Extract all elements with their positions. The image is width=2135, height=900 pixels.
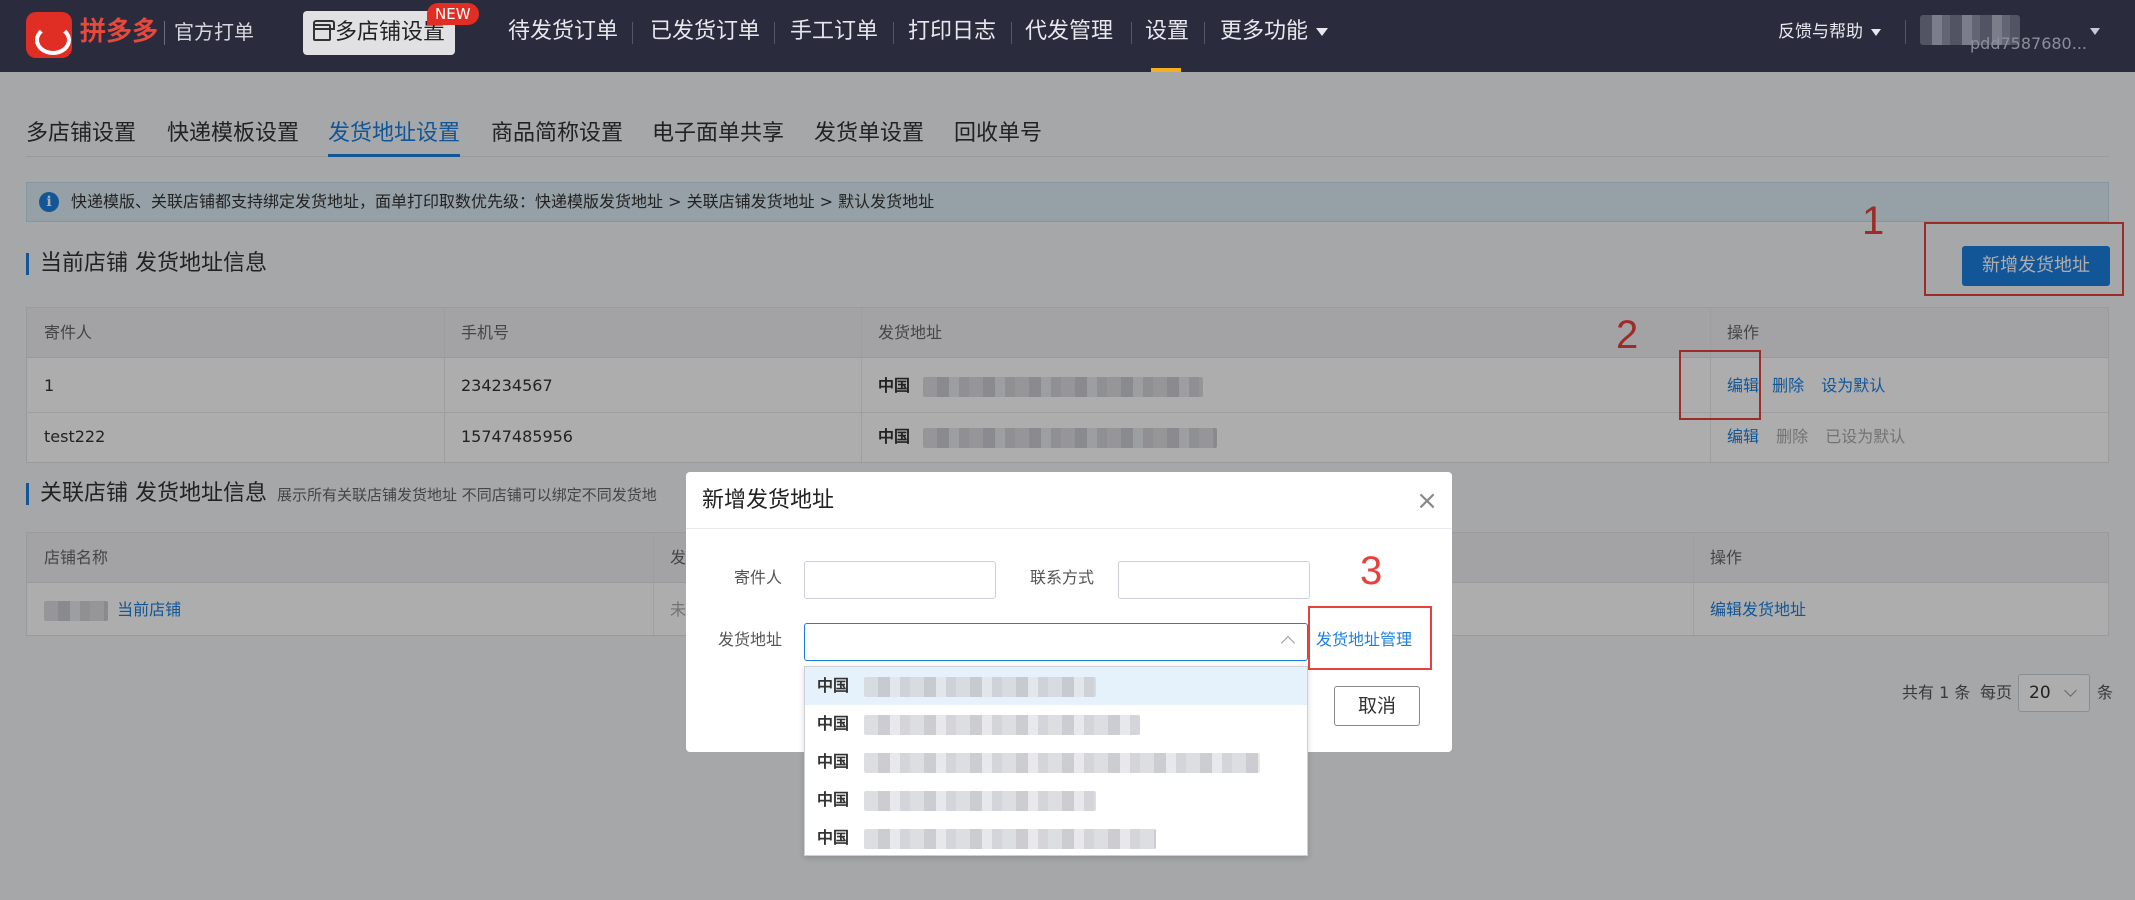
dialog-divider (686, 528, 1452, 529)
nav-separator (1011, 22, 1012, 44)
nav-settings[interactable]: 设置 (1145, 17, 1189, 47)
address-label: 发货地址 (718, 630, 783, 649)
redacted-address (864, 790, 1097, 811)
address-options-list: 中国 中国 中国 中国 中国 (804, 666, 1308, 856)
redacted-address (864, 714, 1141, 735)
caret-down-icon (1316, 28, 1329, 36)
address-option[interactable]: 中国 (805, 705, 1307, 743)
close-icon[interactable]: × (1414, 488, 1440, 514)
option-country: 中国 (817, 676, 850, 695)
address-option[interactable]: 中国 (805, 667, 1307, 705)
annotation-number-3: 3 (1360, 549, 1383, 593)
feedback-label: 反馈与帮助 (1778, 22, 1863, 42)
nav-more-features[interactable]: 更多功能 (1220, 17, 1329, 47)
nav-separator (774, 22, 775, 44)
nav-separator (1204, 22, 1205, 44)
pinduoduo-logo-icon (26, 12, 72, 58)
nav-more-label: 更多功能 (1220, 19, 1309, 44)
address-option[interactable]: 中国 (805, 781, 1307, 819)
option-country: 中国 (817, 714, 850, 733)
option-country: 中国 (817, 752, 850, 771)
brand-subtitle: 官方打单 (174, 20, 254, 44)
option-country: 中国 (817, 790, 850, 809)
nav-print-log[interactable]: 打印日志 (908, 17, 996, 47)
top-bar: 拼多多 官方打单 多店铺设置 NEW 待发货订单 已发货订单 手工订单 打印日志… (0, 0, 2135, 72)
dialog-title: 新增发货地址 (702, 488, 835, 513)
redacted-address (864, 828, 1157, 849)
new-badge: NEW (427, 3, 479, 25)
address-option[interactable]: 中国 (805, 819, 1307, 857)
annotation-box-3 (1308, 606, 1432, 670)
nav-pending-orders[interactable]: 待发货订单 (508, 17, 618, 47)
logo-divider (164, 21, 165, 45)
nav-shipped-orders[interactable]: 已发货订单 (650, 17, 760, 47)
redacted-address (864, 752, 1261, 773)
option-country: 中国 (817, 828, 850, 847)
nav-manual-orders[interactable]: 手工订单 (790, 17, 878, 47)
sender-input[interactable] (804, 561, 996, 599)
caret-down-icon (1871, 28, 1881, 36)
caret-down-icon[interactable] (2090, 28, 2100, 35)
sender-label: 寄件人 (734, 568, 783, 587)
nav-separator (893, 22, 894, 44)
redacted-address (864, 676, 1097, 697)
brand-name: 拼多多 (80, 17, 159, 47)
contact-input[interactable] (1118, 561, 1310, 599)
address-select[interactable] (804, 623, 1308, 661)
store-icon (313, 20, 335, 41)
feedback-help-menu[interactable]: 反馈与帮助 (1778, 19, 1881, 45)
contact-label: 联系方式 (1030, 568, 1095, 587)
nav-separator (632, 22, 633, 44)
nav-dropship[interactable]: 代发管理 (1025, 17, 1113, 47)
nav-separator (1131, 22, 1132, 44)
address-option[interactable]: 中国 (805, 743, 1307, 781)
user-id: pdd7587680... (1970, 34, 2087, 53)
cancel-button[interactable]: 取消 (1334, 686, 1420, 726)
chevron-up-icon (1280, 635, 1296, 651)
topbar-divider (1905, 20, 1906, 44)
